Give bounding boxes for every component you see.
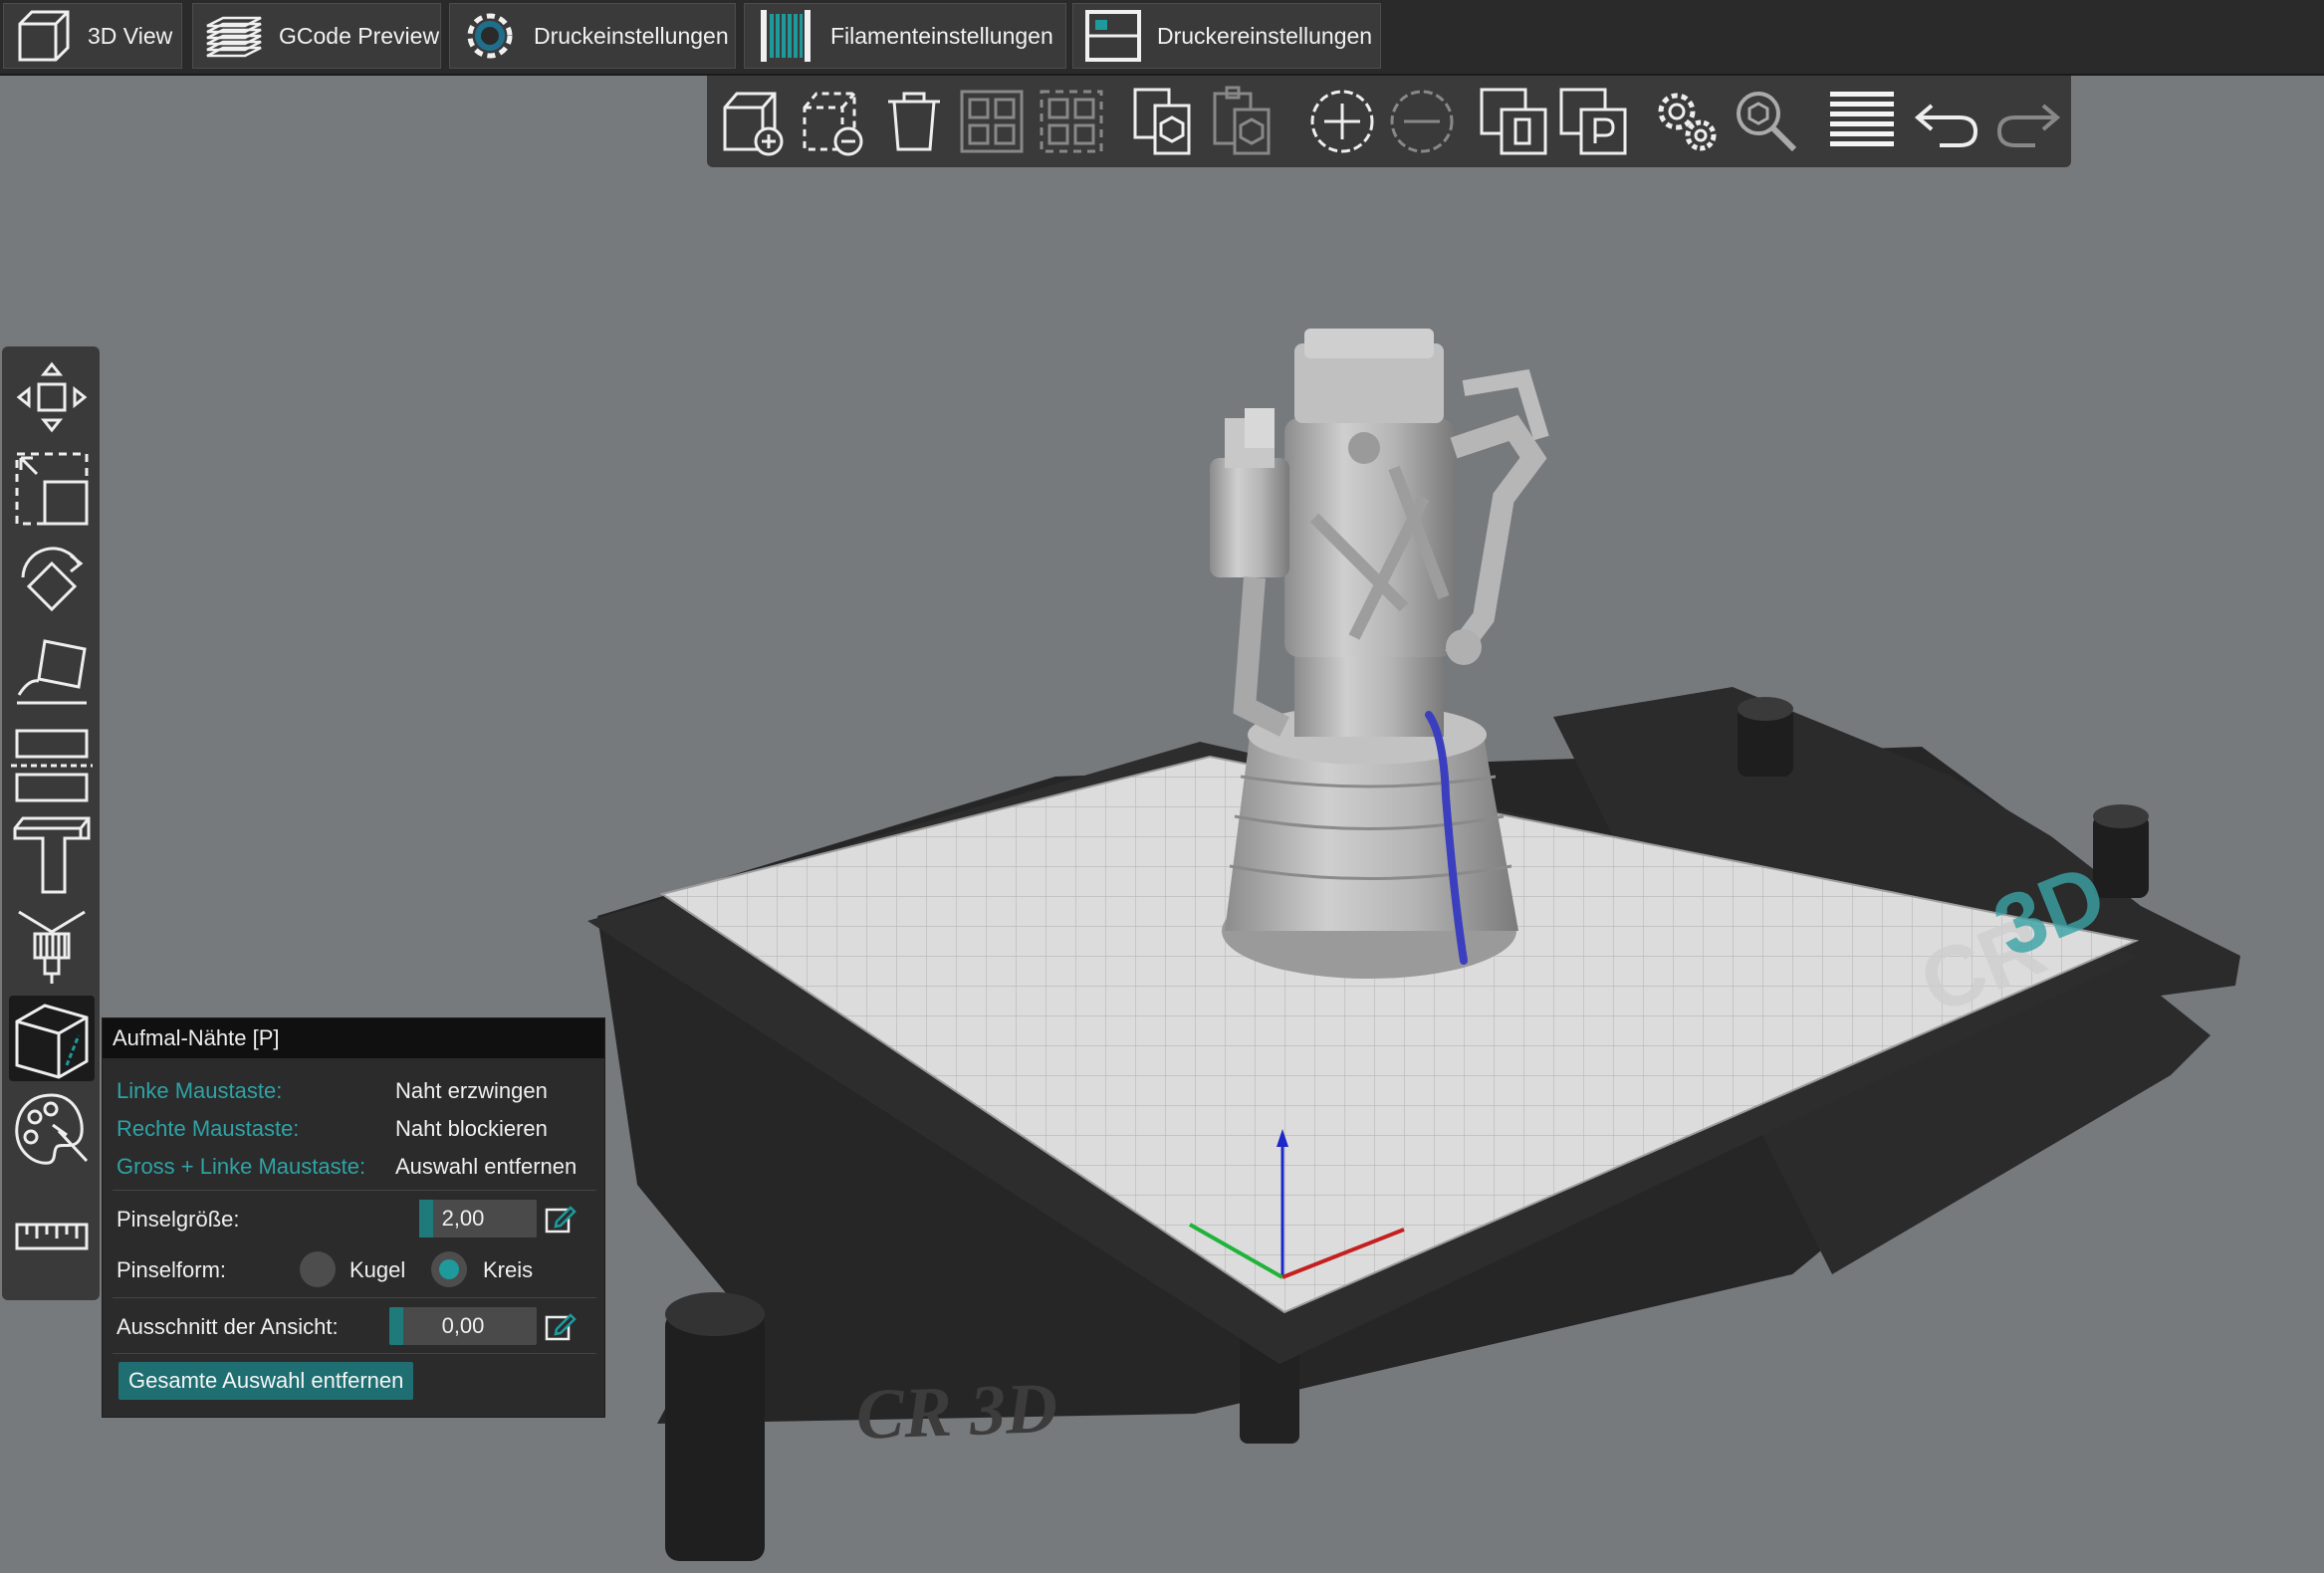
fdm-supports-tool-button[interactable] <box>9 904 95 990</box>
cut-tool-button[interactable] <box>9 721 95 806</box>
add-object-icon <box>723 92 784 156</box>
seam-painting-icon <box>15 1004 89 1079</box>
tab-gcode-preview[interactable]: GCode Preview <box>192 3 441 69</box>
brush-shape-sphere-label: Kugel <box>349 1257 406 1282</box>
undo-icon <box>1914 104 1978 147</box>
scale-tool-button[interactable] <box>9 446 95 532</box>
move-tool-button[interactable] <box>9 354 95 440</box>
seam-painting-panel: Aufmal-Nähte [P] Linke Maustaste: Naht e… <box>102 1017 605 1418</box>
svg-text:CR 3D: CR 3D <box>855 1368 1059 1455</box>
undo-button[interactable] <box>1910 84 1985 159</box>
split-to-parts-icon <box>1559 88 1627 155</box>
tab-3d-view[interactable]: 3D View <box>3 3 182 69</box>
add-instance-button[interactable] <box>1304 84 1380 159</box>
rotate-tool-button[interactable] <box>9 538 95 623</box>
edit-clipping-icon[interactable] <box>543 1309 577 1343</box>
delete-all-button[interactable] <box>876 84 952 159</box>
brush-shape-label: Pinselform: <box>116 1257 227 1282</box>
multimaterial-painting-tool-button[interactable] <box>9 1087 95 1173</box>
edit-brush-size-icon[interactable] <box>543 1202 577 1236</box>
cube-icon <box>18 10 70 62</box>
panel-title: Aufmal-Nähte [P] <box>103 1018 604 1058</box>
add-instance-icon <box>1310 90 1374 153</box>
hint-action-block-seam: Naht blockieren <box>395 1116 548 1141</box>
brush-size-slider[interactable]: 2,00 <box>389 1200 537 1237</box>
fdm-supports-icon <box>18 910 86 984</box>
hint-action-remove-selection: Auswahl entfernen <box>395 1154 578 1179</box>
hint-key-left-mouse: Linke Maustaste: <box>116 1078 283 1103</box>
place-on-face-tool-button[interactable] <box>9 629 95 715</box>
clear-selection-button[interactable]: Gesamte Auswahl entfernen <box>118 1362 414 1400</box>
arrange-icon <box>960 90 1024 153</box>
tab-label: GCode Preview <box>279 22 440 49</box>
multimaterial-painting-icon <box>15 1093 89 1165</box>
brush-shape-circle-label: Kreis <box>483 1257 534 1282</box>
add-object-button[interactable] <box>717 84 793 159</box>
delete-all-icon <box>888 92 940 151</box>
paste-icon <box>1213 86 1271 155</box>
measure-icon <box>15 1223 89 1250</box>
main-toolbar <box>707 76 2071 167</box>
clipping-value: 0,00 <box>441 1313 485 1338</box>
settings-button[interactable] <box>1649 84 1725 159</box>
layer-editing-button[interactable] <box>1824 84 1900 159</box>
copy-button[interactable] <box>1125 84 1201 159</box>
support-painting-icon <box>13 816 91 894</box>
separator <box>113 1353 596 1354</box>
tab-label: Filamenteinstellungen <box>830 22 1053 49</box>
seam-painting-tool-button[interactable] <box>9 996 95 1081</box>
hint-key-right-mouse: Rechte Maustaste: <box>116 1116 300 1141</box>
gear-icon <box>467 13 513 59</box>
support-painting-tool-button[interactable] <box>9 812 95 898</box>
redo-icon <box>1996 104 2061 147</box>
brush-size-value: 2,00 <box>441 1206 485 1231</box>
hint-key-shift-left-mouse: Gross + Linke Maustaste: <box>116 1154 366 1179</box>
clipping-label: Ausschnitt der Ansicht: <box>116 1314 339 1339</box>
tab-bar: 3D View GCode Preview Druckeinstellungen… <box>0 0 2324 76</box>
left-toolbar <box>2 346 100 1300</box>
rotate-icon <box>21 547 84 612</box>
tab-print-settings[interactable]: Druckeinstellungen <box>449 3 736 69</box>
brush-size-label: Pinselgröße: <box>116 1207 240 1232</box>
split-to-objects-icon <box>1480 88 1547 155</box>
arrange-button[interactable] <box>954 84 1030 159</box>
clipping-slider[interactable]: 0,00 <box>389 1307 537 1345</box>
tab-label: Druckereinstellungen <box>1157 22 1373 49</box>
scale-icon <box>15 452 89 526</box>
separator <box>113 1297 596 1298</box>
paste-button[interactable] <box>1205 84 1280 159</box>
split-to-objects-button[interactable] <box>1476 84 1551 159</box>
remove-instance-icon <box>1390 90 1454 153</box>
arrange-selection-icon <box>1040 90 1103 153</box>
tab-label: Druckeinstellungen <box>534 22 729 49</box>
move-icon <box>16 361 88 433</box>
layers-icon <box>206 16 262 58</box>
tab-filament-settings[interactable]: Filamenteinstellungen <box>744 3 1066 69</box>
measure-tool-button[interactable] <box>9 1195 95 1280</box>
settings-icon <box>1658 93 1717 151</box>
redo-button[interactable] <box>1989 84 2065 159</box>
place-on-face-icon <box>17 639 87 705</box>
printer-icon <box>1085 10 1141 62</box>
cut-icon <box>11 729 93 802</box>
hint-action-enforce-seam: Naht erzwingen <box>395 1078 548 1103</box>
split-to-parts-button[interactable] <box>1555 84 1631 159</box>
remove-instance-button[interactable] <box>1384 84 1460 159</box>
arrange-selection-button[interactable] <box>1034 84 1109 159</box>
rocket-engine-model[interactable] <box>1210 329 1549 979</box>
remove-object-button[interactable] <box>797 84 872 159</box>
brush-shape-sphere-radio[interactable] <box>300 1251 336 1287</box>
remove-object-icon <box>803 92 863 156</box>
brush-shape-circle-radio[interactable] <box>431 1251 467 1287</box>
separator <box>113 1190 596 1191</box>
search-icon <box>1737 92 1797 152</box>
search-button[interactable] <box>1729 84 1804 159</box>
tab-printer-settings[interactable]: Druckereinstellungen <box>1072 3 1381 69</box>
layer-editing-icon <box>1830 92 1894 146</box>
tab-label: 3D View <box>88 22 173 49</box>
copy-icon <box>1133 88 1191 155</box>
filament-spool-icon <box>761 10 811 62</box>
